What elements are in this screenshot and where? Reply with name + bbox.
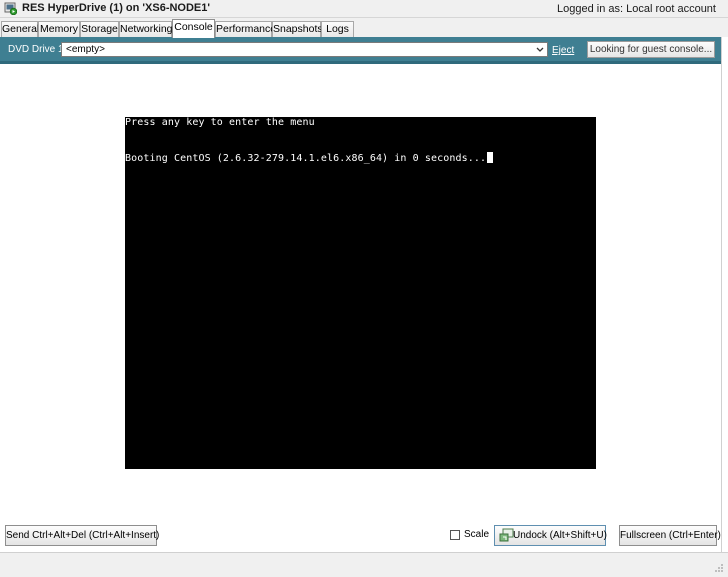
title-bar: RES HyperDrive (1) on 'XS6-NODE1' Logged… [0, 0, 728, 18]
vm-running-icon [4, 2, 17, 15]
scale-checkbox[interactable] [450, 530, 460, 540]
scale-label: Scale [464, 529, 490, 540]
tab-memory[interactable]: Memory [38, 21, 80, 37]
console-line-boot-text: Booting CentOS (2.6.32-279.14.1.el6.x86_… [125, 153, 487, 164]
dvd-drive-label: DVD Drive 1: [8, 44, 67, 55]
status-bar [0, 552, 728, 577]
dvd-drive-select[interactable]: <empty> [61, 42, 548, 57]
dvd-toolbar: DVD Drive 1: <empty> Eject Looking for g… [0, 37, 721, 64]
tab-storage[interactable]: Storage [80, 21, 119, 37]
chevron-down-icon [536, 47, 544, 52]
tab-logs[interactable]: Logs [321, 21, 354, 37]
console-line-boot: Booting CentOS (2.6.32-279.14.1.el6.x86_… [125, 152, 494, 164]
vm-console-screen[interactable]: Press any key to enter the menu Booting … [125, 117, 596, 469]
guest-console-button[interactable]: Looking for guest console... [587, 41, 715, 58]
fullscreen-button[interactable]: Fullscreen (Ctrl+Enter) [619, 525, 721, 546]
send-ctrl-alt-del-button[interactable]: Send Ctrl+Alt+Del (Ctrl+Alt+Insert) [5, 525, 159, 546]
undock-icon [499, 528, 514, 542]
tab-snapshots[interactable]: Snapshots [272, 21, 323, 37]
window-edge-divider [721, 37, 722, 577]
eject-link[interactable]: Eject [552, 45, 574, 56]
undock-button[interactable]: Undock (Alt+Shift+U) [494, 525, 607, 546]
tab-networking[interactable]: Networking [119, 21, 173, 37]
console-line: Press any key to enter the menu [125, 117, 315, 128]
window-title: RES HyperDrive (1) on 'XS6-NODE1' [22, 2, 211, 14]
resize-grip-icon[interactable] [714, 563, 724, 573]
tab-performance[interactable]: Performance [215, 21, 276, 37]
tab-strip: General Memory Storage Networking Consol… [0, 18, 728, 38]
tab-console[interactable]: Console [172, 19, 215, 38]
text-cursor [487, 152, 494, 163]
tab-general[interactable]: General [1, 21, 39, 37]
undock-label: Undock (Alt+Shift+U) [513, 530, 607, 541]
login-status: Logged in as: Local root account [556, 3, 716, 15]
dvd-drive-value: <empty> [66, 44, 105, 55]
